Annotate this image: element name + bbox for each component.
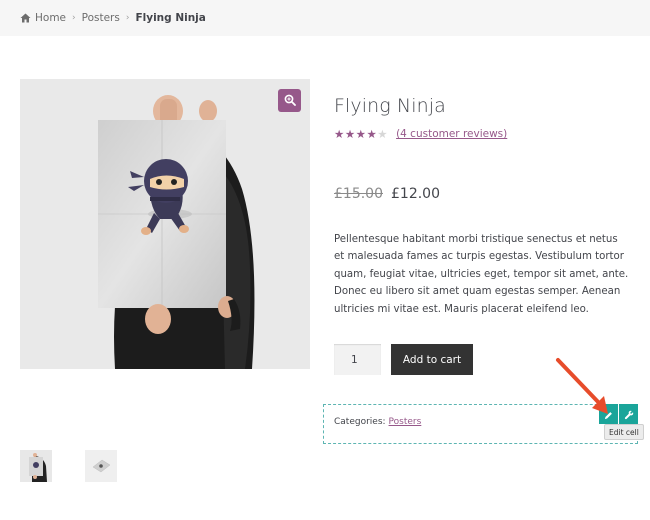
gallery-thumbnail[interactable] — [20, 450, 52, 482]
zoom-button[interactable] — [278, 89, 301, 112]
wrench-icon — [624, 405, 634, 424]
thumbnail-image — [85, 450, 117, 482]
breadcrumb-current: Flying Ninja — [135, 12, 206, 24]
product-rating: ★★★★★ (4 customer reviews) — [334, 127, 507, 141]
breadcrumb-category-link[interactable]: Posters — [82, 12, 120, 24]
product-title: Flying Ninja — [334, 95, 446, 117]
edit-cell-tooltip: Edit cell — [604, 424, 644, 440]
cell-settings-button[interactable] — [619, 404, 638, 424]
sale-price: £12.00 — [391, 186, 440, 202]
product-image-illustration — [98, 95, 255, 369]
breadcrumb-home-link[interactable]: Home — [35, 12, 66, 24]
thumbnail-image — [20, 450, 52, 482]
breadcrumb-separator: › — [72, 13, 76, 23]
product-price: £15.00 £12.00 — [334, 186, 440, 202]
add-to-cart-button[interactable]: Add to cart — [391, 344, 473, 375]
product-categories: Categories: Posters — [334, 417, 421, 427]
home-icon — [20, 13, 31, 23]
customer-reviews-link[interactable]: (4 customer reviews) — [396, 128, 507, 140]
regular-price: £15.00 — [334, 186, 383, 202]
categories-label: Categories: — [334, 417, 386, 427]
star-icon: ★ — [366, 127, 378, 141]
quantity-input[interactable] — [334, 344, 381, 375]
category-link-posters[interactable]: Posters — [389, 417, 422, 427]
product-short-description: Pellentesque habitant morbi tristique se… — [334, 234, 629, 315]
star-icon: ★ — [334, 127, 345, 141]
product-main-image[interactable] — [20, 79, 310, 369]
breadcrumb: Home › Posters › Flying Ninja — [20, 0, 206, 36]
star-icon: ★ — [355, 127, 367, 141]
gallery-thumbnail[interactable] — [85, 450, 117, 482]
star-empty-icon: ★ — [377, 127, 389, 141]
magnifier-icon — [284, 91, 296, 110]
breadcrumb-separator: › — [125, 13, 130, 23]
star-icon: ★ — [344, 127, 356, 141]
rating-stars: ★★★★★ — [334, 127, 388, 141]
annotation-arrow — [556, 358, 608, 414]
